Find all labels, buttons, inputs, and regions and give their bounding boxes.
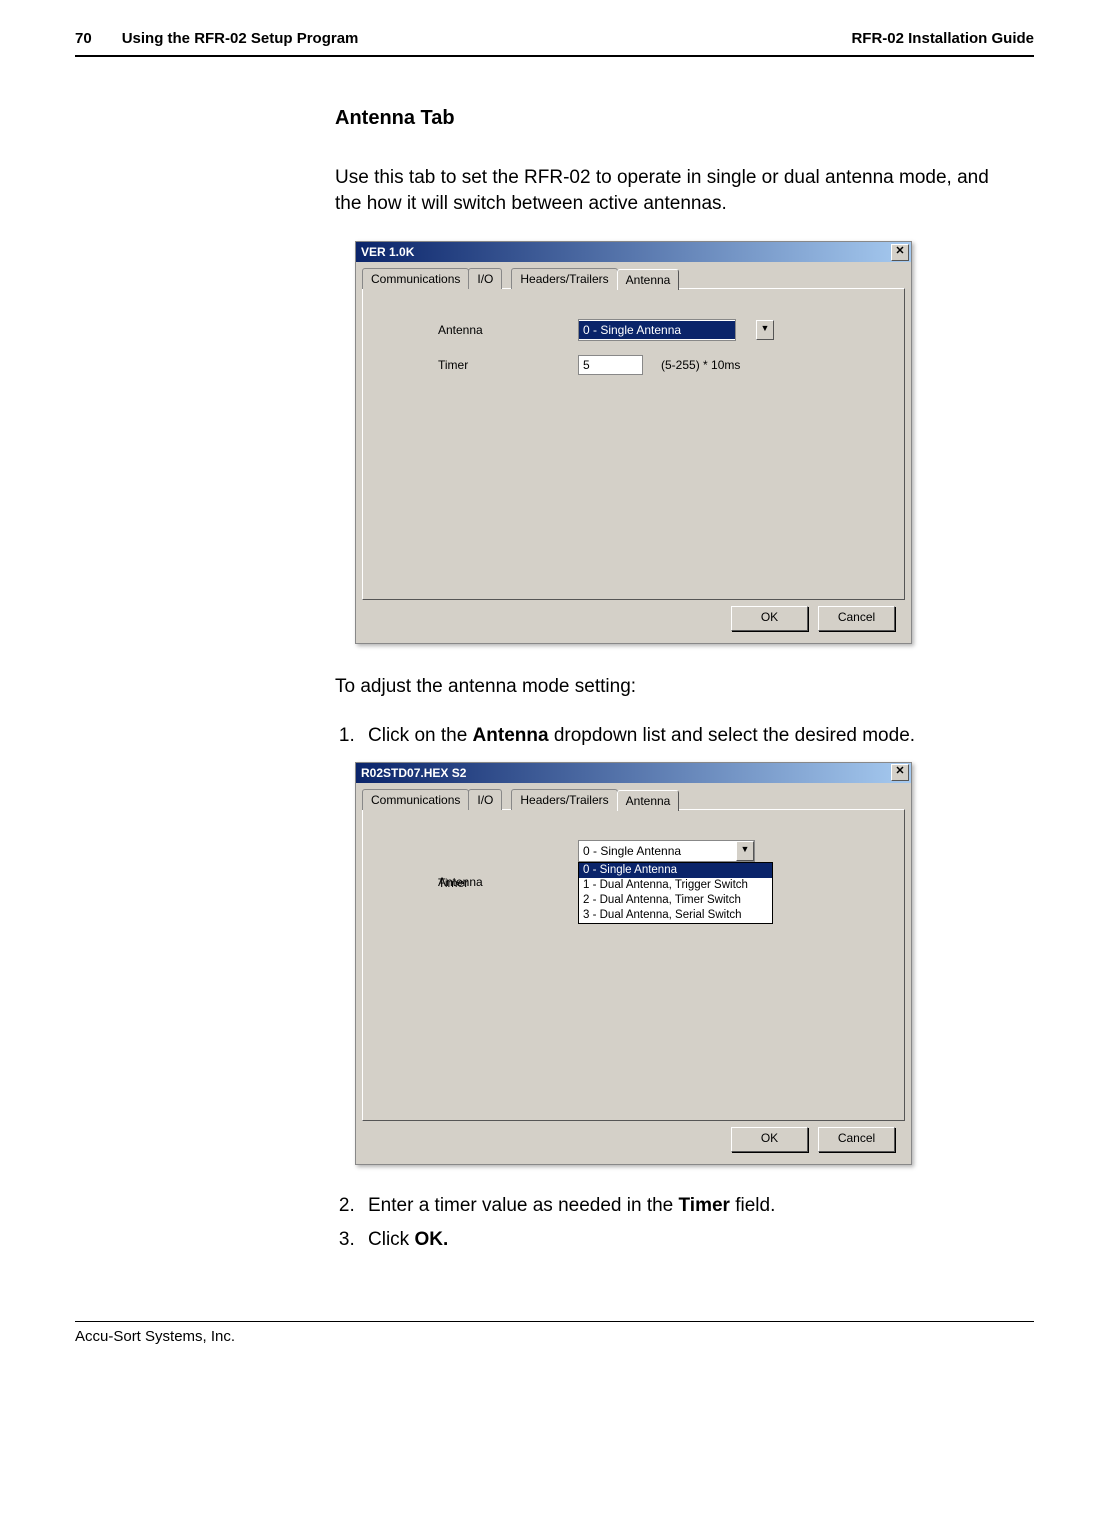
tabstrip: Communications I/O Headers/Trailers Ante… <box>362 268 905 289</box>
tabstrip: Communications I/O Headers/Trailers Ante… <box>362 789 905 810</box>
step-1: Click on the Antenna dropdown list and s… <box>360 725 1019 747</box>
tab-communications[interactable]: Communications <box>362 268 469 289</box>
intro-text: Use this tab to set the RFR-02 to operat… <box>335 165 1019 216</box>
antenna-value: 0 - Single Antenna <box>579 842 736 860</box>
tab-io[interactable]: I/O <box>468 789 502 810</box>
dropdown-option-3[interactable]: 3 - Dual Antenna, Serial Switch <box>579 908 772 923</box>
tab-communications[interactable]: Communications <box>362 789 469 810</box>
tab-io[interactable]: I/O <box>468 268 502 289</box>
steps-list: Click on the Antenna dropdown list and s… <box>335 725 1019 747</box>
antenna-select[interactable]: 0 - Single Antenna <box>578 319 736 341</box>
dropdown-option-2[interactable]: 2 - Dual Antenna, Timer Switch <box>579 893 772 908</box>
instructions-lead: To adjust the antenna mode setting: <box>335 674 1019 700</box>
dialog-r02std07: R02STD07.HEX S2 ✕ Communications I/O Hea… <box>355 762 912 1165</box>
header-right-title: RFR-02 Installation Guide <box>851 30 1034 47</box>
antenna-value: 0 - Single Antenna <box>579 321 735 339</box>
timer-label: Timer <box>383 358 578 372</box>
dialog-ver10k: VER 1.0K ✕ Communications I/O Headers/Tr… <box>355 241 912 644</box>
close-icon[interactable]: ✕ <box>891 244 909 261</box>
timer-hint: (5-255) * 10ms <box>661 358 740 372</box>
window-title: R02STD07.HEX S2 <box>361 766 466 780</box>
titlebar: VER 1.0K ✕ <box>356 242 911 262</box>
cancel-button[interactable]: Cancel <box>818 1127 895 1152</box>
cancel-button[interactable]: Cancel <box>818 606 895 631</box>
chevron-down-icon[interactable]: ▼ <box>756 320 774 340</box>
tab-antenna[interactable]: Antenna <box>617 790 680 811</box>
footer-rule <box>75 1321 1034 1322</box>
ok-button[interactable]: OK <box>731 1127 808 1152</box>
dropdown-option-0[interactable]: 0 - Single Antenna <box>579 863 772 878</box>
header-left-title: Using the RFR-02 Setup Program <box>122 30 359 47</box>
header-rule <box>75 55 1034 57</box>
titlebar: R02STD07.HEX S2 ✕ <box>356 763 911 783</box>
window-title: VER 1.0K <box>361 245 414 259</box>
section-title: Antenna Tab <box>335 107 1019 130</box>
antenna-label: Antenna <box>383 323 578 337</box>
page-footer: Accu-Sort Systems, Inc. <box>75 1321 1034 1345</box>
antenna-select[interactable]: 0 - Single Antenna ▼ <box>578 840 755 862</box>
ok-button[interactable]: OK <box>731 606 808 631</box>
page-number: 70 <box>75 30 92 47</box>
page-header: 70 Using the RFR-02 Setup Program RFR-02… <box>75 30 1034 47</box>
tab-antenna[interactable]: Antenna <box>617 269 680 290</box>
timer-input[interactable]: 5 <box>578 355 643 375</box>
close-icon[interactable]: ✕ <box>891 764 909 781</box>
tab-headers-trailers[interactable]: Headers/Trailers <box>511 268 617 289</box>
tab-headers-trailers[interactable]: Headers/Trailers <box>511 789 617 810</box>
steps-list-continued: Enter a timer value as needed in the Tim… <box>335 1195 1019 1251</box>
footer-company: Accu-Sort Systems, Inc. <box>75 1328 1034 1345</box>
dropdown-option-1[interactable]: 1 - Dual Antenna, Trigger Switch <box>579 878 772 893</box>
step-3: Click OK. <box>360 1229 1019 1251</box>
antenna-dropdown-list: 0 - Single Antenna 1 - Dual Antenna, Tri… <box>578 862 773 924</box>
tabpane-antenna: Antenna 0 - Single Antenna ▼ 0 - Single … <box>362 809 905 1121</box>
chevron-down-icon[interactable]: ▼ <box>736 841 754 861</box>
tabpane-antenna: Antenna 0 - Single Antenna ▼ Timer 5 (5-… <box>362 288 905 600</box>
timer-label: Timer <box>383 876 578 890</box>
step-2: Enter a timer value as needed in the Tim… <box>360 1195 1019 1217</box>
